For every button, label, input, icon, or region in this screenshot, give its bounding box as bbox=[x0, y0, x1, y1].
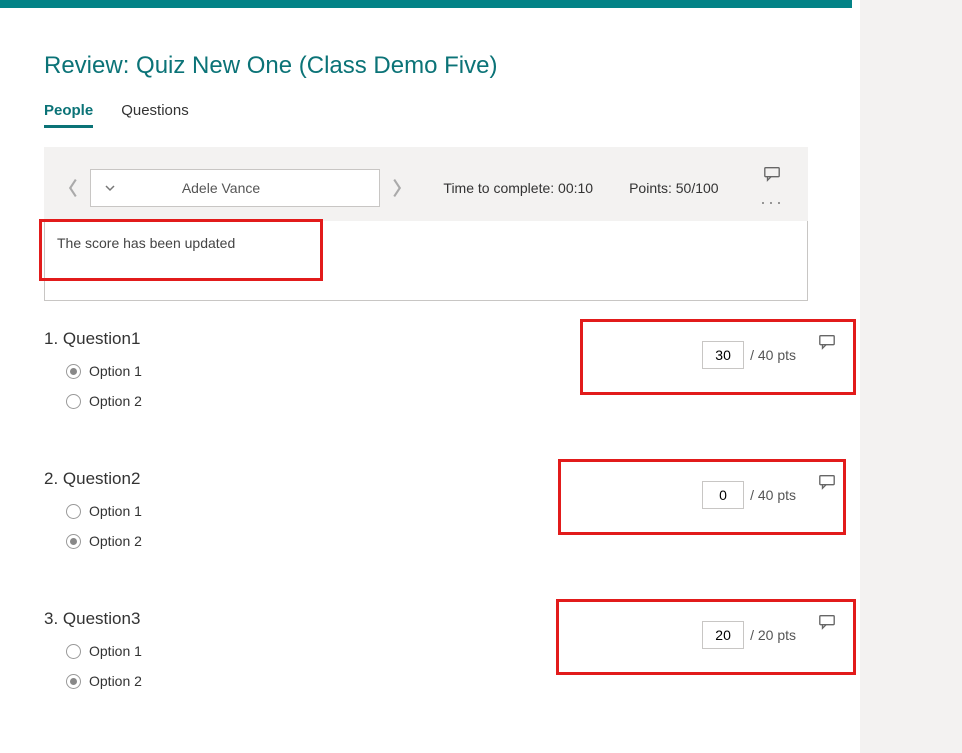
score-column: / 20 pts bbox=[538, 609, 808, 659]
max-points: / 40 pts bbox=[750, 347, 796, 363]
student-select[interactable]: Adele Vance bbox=[90, 169, 380, 207]
question-body: 3. Question3 Option 1 Option 2 bbox=[44, 609, 526, 703]
notice-text: The score has been updated bbox=[57, 235, 235, 251]
page-title: Review: Quiz New One (Class Demo Five) bbox=[44, 52, 808, 80]
score-input[interactable] bbox=[702, 341, 744, 369]
question-title: 1. Question1 bbox=[44, 329, 526, 349]
options: Option 1 Option 2 bbox=[44, 503, 526, 549]
max-points: / 40 pts bbox=[750, 487, 796, 503]
score-inner: / 20 pts bbox=[690, 611, 808, 659]
student-name: Adele Vance bbox=[91, 180, 351, 196]
panel-actions: ··· bbox=[758, 165, 786, 211]
options: Option 1 Option 2 bbox=[44, 363, 526, 409]
score-input[interactable] bbox=[702, 621, 744, 649]
comment-icon[interactable] bbox=[818, 613, 836, 631]
option-row[interactable]: Option 2 bbox=[66, 393, 526, 409]
page-content: Review: Quiz New One (Class Demo Five) P… bbox=[0, 8, 852, 703]
option-row[interactable]: Option 1 bbox=[66, 363, 526, 379]
tabs: People Questions bbox=[44, 102, 808, 129]
score-inner: / 40 pts bbox=[690, 471, 808, 519]
question-title: 2. Question2 bbox=[44, 469, 526, 489]
chevron-left-icon[interactable] bbox=[66, 174, 80, 202]
option-label: Option 2 bbox=[89, 393, 142, 409]
question-body: 1. Question1 Option 1 Option 2 bbox=[44, 329, 526, 423]
option-row[interactable]: Option 2 bbox=[66, 533, 526, 549]
question-row: 2. Question2 Option 1 Option 2 bbox=[44, 469, 808, 563]
question-row: 1. Question1 Option 1 Option 2 bbox=[44, 329, 808, 423]
option-label: Option 1 bbox=[89, 643, 142, 659]
meta-row: Time to complete: 00:10 Points: 50/100 bbox=[414, 180, 748, 196]
notice-box: The score has been updated bbox=[44, 221, 808, 301]
points-total: Points: 50/100 bbox=[629, 180, 719, 196]
option-label: Option 2 bbox=[89, 533, 142, 549]
radio-icon bbox=[66, 394, 81, 409]
max-points: / 20 pts bbox=[750, 627, 796, 643]
question-body: 2. Question2 Option 1 Option 2 bbox=[44, 469, 526, 563]
right-gutter bbox=[860, 0, 962, 753]
comment-icon[interactable] bbox=[818, 333, 836, 351]
time-to-complete: Time to complete: 00:10 bbox=[443, 180, 593, 196]
option-label: Option 1 bbox=[89, 363, 142, 379]
tab-questions[interactable]: Questions bbox=[121, 102, 189, 128]
more-icon[interactable]: ··· bbox=[760, 193, 784, 211]
comment-icon[interactable] bbox=[818, 473, 836, 491]
tab-people[interactable]: People bbox=[44, 102, 93, 128]
questions-list: 1. Question1 Option 1 Option 2 bbox=[44, 329, 808, 703]
option-row[interactable]: Option 1 bbox=[66, 503, 526, 519]
option-label: Option 2 bbox=[89, 673, 142, 689]
top-accent-bar bbox=[0, 0, 852, 8]
radio-icon bbox=[66, 534, 81, 549]
radio-icon bbox=[66, 644, 81, 659]
option-label: Option 1 bbox=[89, 503, 142, 519]
score-column: / 40 pts bbox=[538, 469, 808, 519]
question-title: 3. Question3 bbox=[44, 609, 526, 629]
question-row: 3. Question3 Option 1 Option 2 bbox=[44, 609, 808, 703]
radio-icon bbox=[66, 364, 81, 379]
student-panel: Adele Vance Time to complete: 00:10 Poin… bbox=[44, 147, 808, 221]
comment-icon[interactable] bbox=[763, 165, 781, 183]
option-row[interactable]: Option 2 bbox=[66, 673, 526, 689]
options: Option 1 Option 2 bbox=[44, 643, 526, 689]
radio-icon bbox=[66, 674, 81, 689]
chevron-right-icon[interactable] bbox=[390, 174, 404, 202]
score-column: / 40 pts bbox=[538, 329, 808, 379]
score-inner: / 40 pts bbox=[690, 331, 808, 379]
radio-icon bbox=[66, 504, 81, 519]
option-row[interactable]: Option 1 bbox=[66, 643, 526, 659]
score-input[interactable] bbox=[702, 481, 744, 509]
